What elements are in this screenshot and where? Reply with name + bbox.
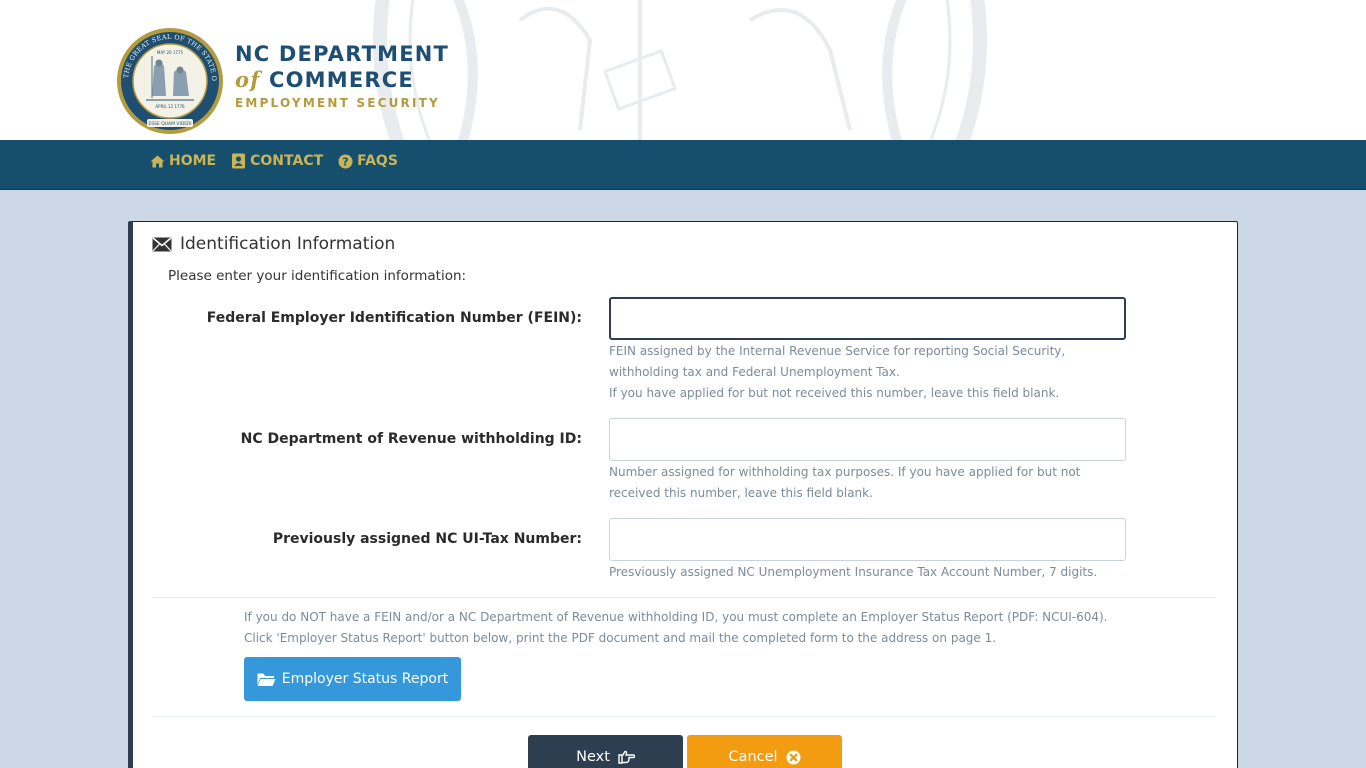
nav-faqs-label: FAQS bbox=[357, 153, 398, 169]
panel-heading: Identification Information bbox=[152, 234, 395, 254]
next-button[interactable]: Next bbox=[528, 735, 683, 768]
intro-text: Please enter your identification informa… bbox=[168, 268, 467, 284]
ui-tax-number-label: Previously assigned NC UI-Tax Number: bbox=[272, 531, 582, 547]
fein-label: Federal Employer Identification Number (… bbox=[206, 310, 582, 326]
svg-text:ESSE QUAM VIDERI: ESSE QUAM VIDERI bbox=[148, 121, 191, 127]
svg-text:APRIL 12 1776: APRIL 12 1776 bbox=[155, 104, 185, 109]
svg-text:MAY 20 1775: MAY 20 1775 bbox=[157, 50, 184, 55]
panel-title: Identification Information bbox=[180, 234, 396, 254]
site-header: THE GREAT SEAL OF THE STATE OF NORTH CAR… bbox=[0, 0, 1366, 140]
brand-commerce: COMMERCE bbox=[260, 68, 414, 92]
folder-open-icon bbox=[257, 673, 276, 686]
times-circle-icon bbox=[786, 750, 801, 764]
brand-logo-text[interactable]: NC DEPARTMENT of COMMERCE EMPLOYMENT SEC… bbox=[235, 42, 449, 112]
employer-status-report-button[interactable]: Employer Status Report bbox=[244, 657, 461, 701]
fein-help-text-2: If you have applied for but not received… bbox=[609, 386, 1060, 400]
cancel-button[interactable]: Cancel bbox=[687, 735, 842, 768]
svg-text:?: ? bbox=[342, 155, 348, 168]
fein-help-text-1: FEIN assigned by the Internal Revenue Se… bbox=[609, 344, 1066, 379]
home-icon bbox=[150, 155, 165, 167]
note-line-2: Click 'Employer Status Report' button be… bbox=[244, 631, 997, 645]
fein-help: FEIN assigned by the Internal Revenue Se… bbox=[609, 341, 1129, 404]
nav-home[interactable]: HOME bbox=[150, 153, 216, 169]
nav-faqs[interactable]: ? FAQS bbox=[338, 153, 398, 169]
ui-tax-number-help: Presviously assigned NC Unemployment Ins… bbox=[609, 565, 1098, 579]
brand-line-department: NC DEPARTMENT bbox=[235, 42, 450, 66]
ui-tax-number-input[interactable] bbox=[609, 518, 1126, 561]
dor-withholding-label: NC Department of Revenue withholding ID: bbox=[240, 431, 582, 447]
next-button-label: Next bbox=[576, 749, 610, 765]
brand-of: of bbox=[235, 67, 261, 92]
dor-withholding-input[interactable] bbox=[609, 418, 1126, 461]
nav-items: HOME CONTACT ? FAQS bbox=[150, 140, 413, 182]
envelope-icon bbox=[152, 236, 172, 251]
nav-home-label: HOME bbox=[169, 153, 217, 169]
section-divider bbox=[152, 597, 1216, 598]
nav-contact[interactable]: CONTACT bbox=[231, 153, 323, 169]
nc-seal-logo[interactable]: THE GREAT SEAL OF THE STATE OF NORTH CAR… bbox=[114, 26, 226, 136]
hand-point-right-icon bbox=[618, 750, 635, 764]
main-nav: HOME CONTACT ? FAQS bbox=[0, 140, 1366, 190]
employer-status-note: If you do NOT have a FEIN and/or a NC De… bbox=[244, 607, 1108, 649]
dor-withholding-help: Number assigned for withholding tax purp… bbox=[609, 465, 1081, 500]
question-circle-icon: ? bbox=[338, 154, 353, 168]
nav-contact-label: CONTACT bbox=[250, 153, 324, 169]
brand-line-commerce: of COMMERCE bbox=[235, 66, 449, 94]
contact-icon bbox=[232, 153, 246, 169]
fein-input[interactable] bbox=[609, 297, 1126, 340]
employer-status-report-label: Employer Status Report bbox=[281, 671, 449, 687]
cancel-button-label: Cancel bbox=[728, 749, 778, 765]
brand-line-employment-security: EMPLOYMENT SECURITY bbox=[235, 96, 440, 110]
buttons-divider bbox=[152, 716, 1216, 717]
note-line-1: If you do NOT have a FEIN and/or a NC De… bbox=[244, 610, 1108, 624]
identification-panel: Identification Information Please enter … bbox=[128, 221, 1238, 768]
